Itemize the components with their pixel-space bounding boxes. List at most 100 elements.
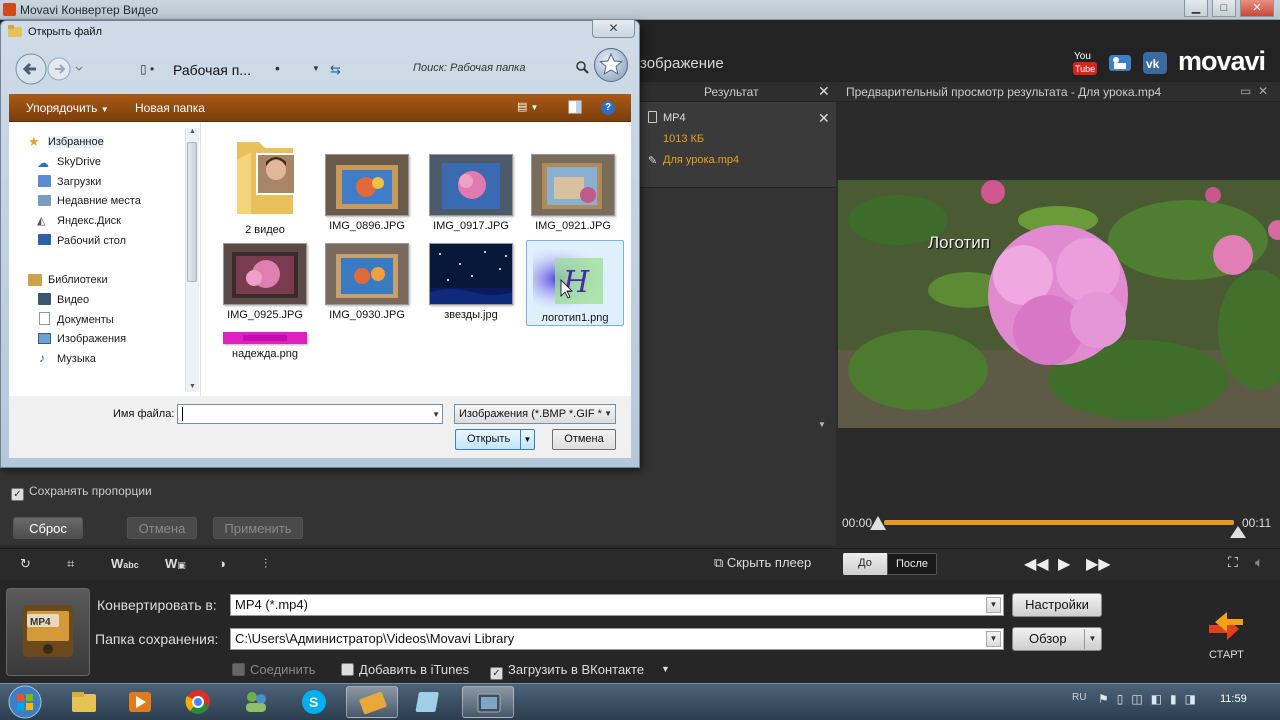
rotate-icon[interactable]: ↻ <box>20 556 31 572</box>
breadcrumb-separator-icon[interactable]: • <box>275 60 280 76</box>
rewind-icon[interactable]: ◀◀ <box>1024 554 1049 574</box>
help-icon[interactable]: ? <box>601 101 615 115</box>
nav-libraries[interactable]: Библиотеки <box>48 274 108 286</box>
file-item[interactable]: надежда.png <box>218 332 312 360</box>
before-button[interactable]: До <box>843 553 887 575</box>
settings-button[interactable]: Настройки <box>1012 593 1102 617</box>
file-item-selected[interactable]: H логотип1.png <box>528 250 622 324</box>
file-item[interactable]: IMG_0925.JPG <box>218 243 312 321</box>
chevron-down-icon[interactable]: ▼ <box>604 405 612 423</box>
star-icon[interactable] <box>594 48 628 82</box>
filetype-select[interactable]: Изображения (*.BMP *.GIF * ▼ <box>454 404 616 424</box>
language-indicator[interactable]: RU <box>1072 692 1086 703</box>
open-dropdown-icon[interactable]: ▼ <box>520 430 534 449</box>
taskbar-explorer-icon[interactable] <box>58 686 110 718</box>
forward-icon[interactable]: ▶▶ <box>1086 554 1111 574</box>
fullscreen-icon[interactable]: ⛶ <box>1228 554 1238 571</box>
search-icon[interactable] <box>575 60 589 74</box>
search-input[interactable]: Поиск: Рабочая папка <box>413 62 525 74</box>
checkbox-icon[interactable] <box>232 663 245 676</box>
filename-input[interactable]: ▼ <box>177 404 443 424</box>
minimize-button[interactable]: ▁ <box>1184 0 1208 17</box>
taskbar-people-icon[interactable] <box>230 686 282 718</box>
windows-start-icon[interactable] <box>6 684 44 720</box>
save-folder-select[interactable]: C:\Users\Администратор\Videos\Movavi Lib… <box>230 628 1004 650</box>
address-dropdown-icon[interactable]: ▼ <box>312 64 320 73</box>
taskbar-app-icon[interactable] <box>404 686 456 718</box>
contrast-icon[interactable]: ◑ <box>218 556 226 571</box>
volume-icon[interactable]: 🔈︎ <box>1255 554 1263 571</box>
start-icon[interactable] <box>1205 605 1247 641</box>
nav-downloads[interactable]: Загрузки <box>57 176 101 188</box>
dialog-close-button[interactable]: ✕ <box>592 20 635 38</box>
nav-documents[interactable]: Документы <box>57 314 114 326</box>
nav-yandex[interactable]: Яндекс.Диск <box>57 215 121 227</box>
refresh-icon[interactable]: ⇆ <box>330 62 341 78</box>
maximize-button[interactable]: □ <box>1212 0 1236 17</box>
crop-icon[interactable]: ⌗ <box>67 556 74 572</box>
nav-recent[interactable]: Недавние места <box>57 195 141 207</box>
after-button[interactable]: После <box>887 553 937 575</box>
browse-dropdown-icon[interactable]: ▼ <box>1084 629 1100 649</box>
dialog-cancel-button[interactable]: Отмена <box>552 429 616 450</box>
itunes-checkbox[interactable]: Добавить в iTunes <box>341 662 469 677</box>
format-select[interactable]: MP4 (*.mp4) ▼ <box>230 594 1004 616</box>
taskbar-skype-icon[interactable]: S <box>288 686 340 718</box>
logo-overlay-text[interactable]: Логотип <box>928 233 990 253</box>
trim-start-handle[interactable] <box>870 516 886 530</box>
chevron-down-icon[interactable]: ▼ <box>432 410 440 419</box>
apply-button[interactable]: Применить <box>213 517 303 539</box>
equalizer-icon[interactable]: ⫶ <box>264 556 267 572</box>
reset-button[interactable]: Сброс <box>13 517 83 539</box>
format-icon[interactable]: MP4 <box>6 588 90 676</box>
nav-skydrive[interactable]: SkyDrive <box>57 156 101 168</box>
nav-desktop[interactable]: Рабочий стол <box>57 235 126 247</box>
start-label[interactable]: СТАРТ <box>1209 649 1244 661</box>
checkbox-checked-icon[interactable]: ✓ <box>11 488 24 501</box>
remove-result-icon[interactable]: ✕ <box>818 110 830 127</box>
join-checkbox[interactable]: Соединить <box>232 662 316 677</box>
chevron-down-icon[interactable]: ▼ <box>986 597 1001 613</box>
file-item[interactable]: IMG_0930.JPG <box>320 243 414 321</box>
file-item[interactable]: IMG_0921.JPG <box>526 154 620 232</box>
tray-icons[interactable]: ⚑▯◫◧▮◨ <box>1098 692 1204 706</box>
clock[interactable]: 11:59 <box>1220 693 1247 705</box>
close-window-button[interactable]: ✕ <box>1240 0 1274 17</box>
keep-proportions-checkbox[interactable]: ✓ Сохранять пропорции <box>11 484 152 501</box>
nav-favorites[interactable]: Избранное <box>48 136 104 148</box>
taskbar-video-editor-icon[interactable] <box>462 686 514 718</box>
watermark-image-icon[interactable]: W▣ <box>165 556 186 571</box>
taskbar-chrome-icon[interactable] <box>172 686 224 718</box>
taskbar-media-icon[interactable] <box>114 686 166 718</box>
view-options-icon[interactable]: ▤ ▼ <box>517 100 538 113</box>
vk-options-dropdown-icon[interactable]: ▼ <box>661 664 670 674</box>
play-icon[interactable]: ▶ <box>1058 554 1070 574</box>
scroll-up-icon[interactable]: ▲ <box>189 128 196 135</box>
chevron-down-icon[interactable]: ▼ <box>986 631 1001 647</box>
scroll-down-icon[interactable]: ▼ <box>189 383 196 390</box>
nav-images[interactable]: Изображения <box>57 333 126 345</box>
vk-icon[interactable]: vk <box>1142 47 1168 77</box>
preview-window-controls[interactable]: ▭ ✕ <box>1240 84 1268 98</box>
file-item[interactable]: звезды.jpg <box>424 243 518 321</box>
cancel-settings-button[interactable]: Отмена <box>127 517 197 539</box>
address-text[interactable]: Рабочая п... <box>173 62 251 78</box>
nav-video[interactable]: Видео <box>57 294 89 306</box>
nav-scrollbar-thumb[interactable] <box>187 142 197 282</box>
checkbox-checked-icon[interactable]: ✓ <box>490 667 503 680</box>
taskbar-movavi-icon[interactable] <box>346 686 398 718</box>
vk-upload-checkbox[interactable]: ✓ Загрузить в ВКонтакте <box>490 662 644 680</box>
file-item[interactable]: IMG_0896.JPG <box>320 154 414 232</box>
preview-pane-icon[interactable] <box>568 100 582 114</box>
youtube-icon[interactable]: You Tube <box>1072 47 1098 77</box>
result-filename[interactable]: Для урока.mp4 <box>663 154 739 166</box>
file-item[interactable]: IMG_0917.JPG <box>424 154 518 232</box>
video-icon[interactable] <box>1107 47 1133 77</box>
watermark-text-icon[interactable]: Wabc <box>111 556 139 571</box>
new-folder-button[interactable]: Новая папка <box>135 101 205 115</box>
nav-music[interactable]: Музыка <box>57 353 96 365</box>
tab-image[interactable]: зображение <box>640 55 724 72</box>
organize-menu[interactable]: Упорядочить ▼ <box>26 101 109 115</box>
file-item[interactable]: 2 видео <box>218 130 312 236</box>
result-close-icon[interactable]: ✕ <box>818 83 830 100</box>
